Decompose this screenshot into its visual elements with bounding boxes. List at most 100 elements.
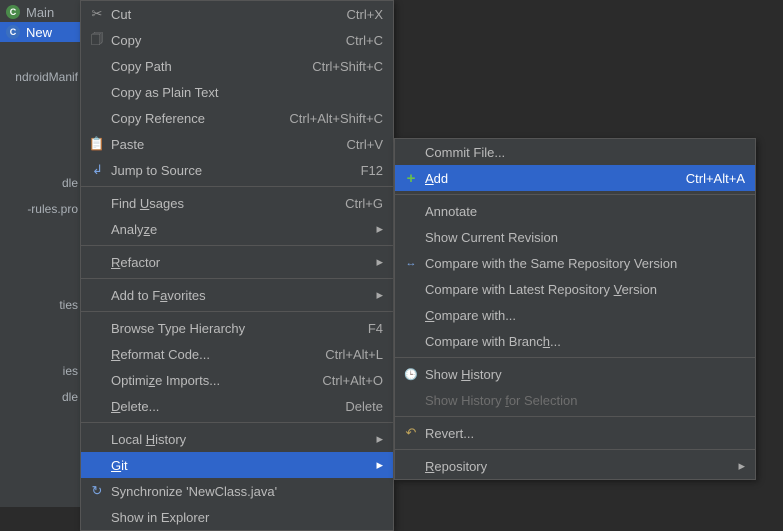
editor-tab-new[interactable]: C New bbox=[0, 22, 80, 42]
menu-item-compare-latest-repo[interactable]: Compare with Latest Repository Version bbox=[395, 276, 755, 302]
menu-label: Analyze bbox=[107, 222, 373, 237]
shortcut: F12 bbox=[361, 163, 383, 178]
menu-item-optimize-imports[interactable]: Optimize Imports... Ctrl+Alt+O bbox=[81, 367, 393, 393]
menu-label: Show History for Selection bbox=[421, 393, 745, 408]
shortcut: Ctrl+G bbox=[345, 196, 383, 211]
menu-label: Browse Type Hierarchy bbox=[107, 321, 368, 336]
menu-item-copy[interactable]: Copy Ctrl+C bbox=[81, 27, 393, 53]
menu-label: Compare with Branch... bbox=[421, 334, 745, 349]
class-icon: C bbox=[6, 5, 20, 19]
tree-item[interactable]: dle bbox=[0, 170, 80, 196]
separator bbox=[81, 245, 393, 246]
menu-item-jump-to-source[interactable]: Jump to Source F12 bbox=[81, 157, 393, 183]
class-icon: C bbox=[6, 25, 20, 39]
menu-item-compare-same-repo[interactable]: Compare with the Same Repository Version bbox=[395, 250, 755, 276]
menu-item-repository[interactable]: Repository ▸ bbox=[395, 453, 755, 479]
revert-icon bbox=[401, 425, 421, 441]
menu-item-revert[interactable]: Revert... bbox=[395, 420, 755, 446]
editor-tab-main[interactable]: C Main bbox=[0, 2, 80, 22]
menu-label: Refactor bbox=[107, 255, 373, 270]
tree-item[interactable]: -rules.pro bbox=[0, 196, 80, 222]
menu-item-browse-type-hierarchy[interactable]: Browse Type Hierarchy F4 bbox=[81, 315, 393, 341]
menu-item-cut[interactable]: Cut Ctrl+X bbox=[81, 1, 393, 27]
menu-item-show-history-selection: Show History for Selection bbox=[395, 387, 755, 413]
menu-label: Cut bbox=[107, 7, 347, 22]
menu-item-local-history[interactable]: Local History ▸ bbox=[81, 426, 393, 452]
shortcut: Ctrl+X bbox=[347, 7, 383, 22]
separator bbox=[395, 449, 755, 450]
separator bbox=[395, 357, 755, 358]
menu-item-reformat-code[interactable]: Reformat Code... Ctrl+Alt+L bbox=[81, 341, 393, 367]
menu-label: Show History bbox=[421, 367, 745, 382]
shortcut: Delete bbox=[345, 399, 383, 414]
menu-label: Reformat Code... bbox=[107, 347, 325, 362]
submenu-arrow-icon: ▸ bbox=[735, 458, 745, 474]
menu-item-add-to-favorites[interactable]: Add to Favorites ▸ bbox=[81, 282, 393, 308]
menu-label: Paste bbox=[107, 137, 347, 152]
menu-label: Revert... bbox=[421, 426, 745, 441]
menu-item-git[interactable]: Git ▸ bbox=[81, 452, 393, 478]
menu-item-compare-with[interactable]: Compare with... bbox=[395, 302, 755, 328]
menu-item-find-usages[interactable]: Find Usages Ctrl+G bbox=[81, 190, 393, 216]
menu-item-show-in-explorer[interactable]: Show in Explorer bbox=[81, 504, 393, 530]
menu-label: Compare with the Same Repository Version bbox=[421, 256, 745, 271]
git-submenu: Commit File... Add Ctrl+Alt+A Annotate S… bbox=[394, 138, 756, 480]
menu-item-analyze[interactable]: Analyze ▸ bbox=[81, 216, 393, 242]
menu-label: Copy bbox=[107, 33, 346, 48]
copy-icon bbox=[87, 30, 107, 51]
menu-item-synchronize[interactable]: Synchronize 'NewClass.java' bbox=[81, 478, 393, 504]
cut-icon bbox=[87, 6, 107, 22]
menu-label: Optimize Imports... bbox=[107, 373, 322, 388]
submenu-arrow-icon: ▸ bbox=[373, 431, 383, 447]
shortcut: Ctrl+C bbox=[346, 33, 383, 48]
plus-icon bbox=[401, 170, 421, 187]
tree-item[interactable]: ties bbox=[0, 292, 80, 318]
tree-item[interactable]: dle bbox=[0, 384, 80, 410]
sync-icon bbox=[87, 483, 107, 499]
project-panel: C Main C New ndroidManif dle -rules.pro … bbox=[0, 0, 80, 507]
menu-item-show-history[interactable]: Show History bbox=[395, 361, 755, 387]
diff-icon bbox=[401, 257, 421, 269]
menu-label: Copy Path bbox=[107, 59, 312, 74]
jump-icon bbox=[87, 162, 107, 178]
menu-item-delete[interactable]: Delete... Delete bbox=[81, 393, 393, 419]
menu-label: Commit File... bbox=[421, 145, 745, 160]
separator bbox=[395, 194, 755, 195]
context-menu: Cut Ctrl+X Copy Ctrl+C Copy Path Ctrl+Sh… bbox=[80, 0, 394, 531]
separator bbox=[81, 186, 393, 187]
menu-item-show-current-revision[interactable]: Show Current Revision bbox=[395, 224, 755, 250]
menu-item-copy-plain[interactable]: Copy as Plain Text bbox=[81, 79, 393, 105]
menu-item-refactor[interactable]: Refactor ▸ bbox=[81, 249, 393, 275]
shortcut: Ctrl+Alt+O bbox=[322, 373, 383, 388]
menu-item-copy-path[interactable]: Copy Path Ctrl+Shift+C bbox=[81, 53, 393, 79]
menu-item-copy-reference[interactable]: Copy Reference Ctrl+Alt+Shift+C bbox=[81, 105, 393, 131]
menu-label: Show Current Revision bbox=[421, 230, 745, 245]
submenu-arrow-icon: ▸ bbox=[373, 457, 383, 473]
menu-item-add[interactable]: Add Ctrl+Alt+A bbox=[395, 165, 755, 191]
menu-item-annotate[interactable]: Annotate bbox=[395, 198, 755, 224]
separator bbox=[81, 311, 393, 312]
menu-label: Add bbox=[421, 171, 686, 186]
menu-label: Find Usages bbox=[107, 196, 345, 211]
submenu-arrow-icon: ▸ bbox=[373, 221, 383, 237]
paste-icon bbox=[87, 136, 107, 152]
submenu-arrow-icon: ▸ bbox=[373, 287, 383, 303]
tree-item[interactable]: ndroidManif bbox=[0, 64, 80, 90]
menu-item-commit-file[interactable]: Commit File... bbox=[395, 139, 755, 165]
menu-label: Add to Favorites bbox=[107, 288, 373, 303]
menu-label: Compare with... bbox=[421, 308, 745, 323]
menu-label: Jump to Source bbox=[107, 163, 361, 178]
menu-item-paste[interactable]: Paste Ctrl+V bbox=[81, 131, 393, 157]
tab-label: New bbox=[26, 25, 52, 40]
separator bbox=[81, 278, 393, 279]
menu-label: Synchronize 'NewClass.java' bbox=[107, 484, 383, 499]
separator bbox=[81, 422, 393, 423]
shortcut: Ctrl+Shift+C bbox=[312, 59, 383, 74]
shortcut: Ctrl+Alt+L bbox=[325, 347, 383, 362]
menu-item-compare-branch[interactable]: Compare with Branch... bbox=[395, 328, 755, 354]
tab-label: Main bbox=[26, 5, 54, 20]
shortcut: Ctrl+Alt+A bbox=[686, 171, 745, 186]
tree-item[interactable]: ies bbox=[0, 358, 80, 384]
shortcut: Ctrl+V bbox=[347, 137, 383, 152]
menu-label: Show in Explorer bbox=[107, 510, 383, 525]
